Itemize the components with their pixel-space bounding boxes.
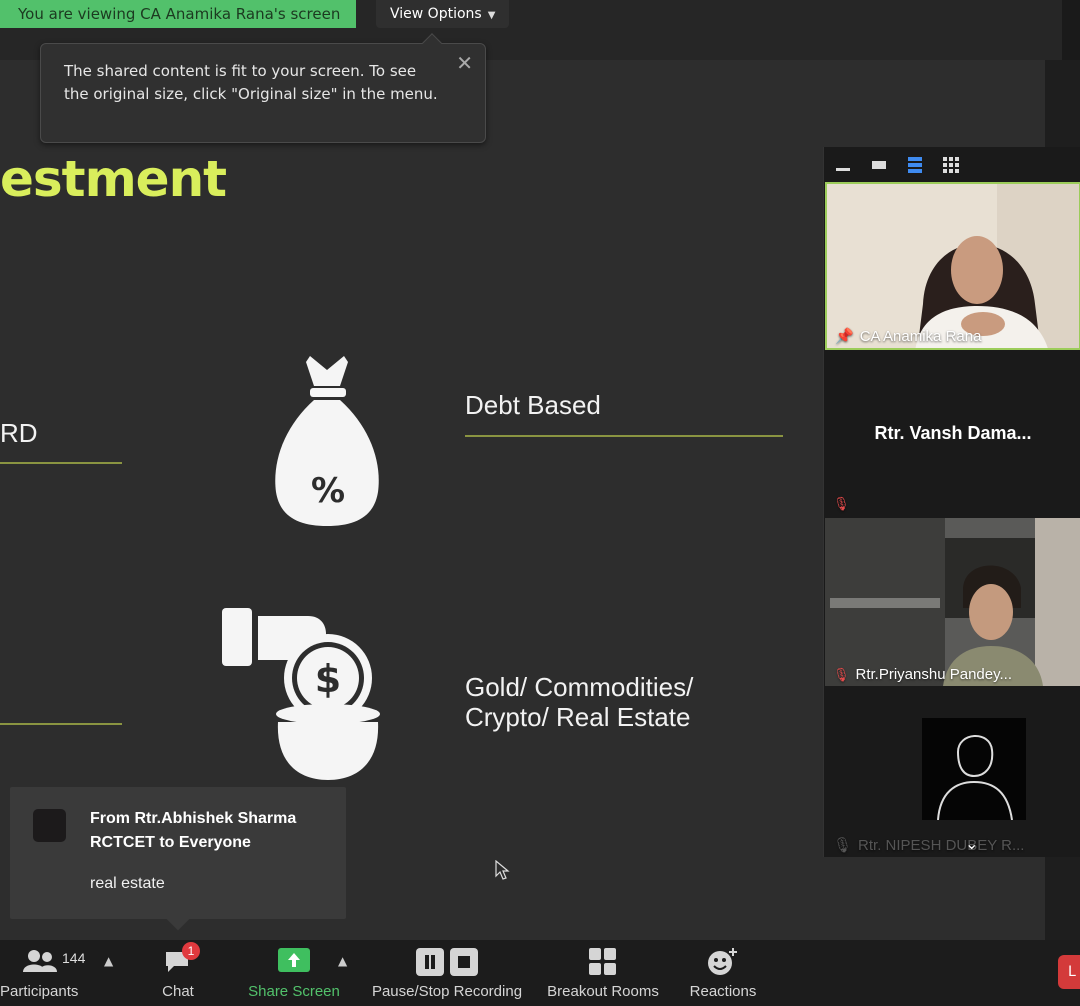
mouse-cursor-icon: [495, 860, 510, 880]
tile-name-label: 📌 CA Anamika Rana: [835, 328, 982, 345]
grid-view-icon[interactable]: [942, 156, 960, 174]
share-screen-label: Share Screen: [248, 983, 340, 1000]
share-screen-icon: [278, 948, 310, 972]
video-tile-priyanshu[interactable]: 🎙 Rtr.Priyanshu Pandey...: [825, 518, 1080, 686]
slide-title: estment: [0, 150, 227, 208]
breakout-rooms-label: Breakout Rooms: [547, 983, 659, 1000]
minimize-icon[interactable]: [834, 156, 852, 174]
coin-dollar-symbol: $: [315, 657, 341, 701]
strip-view-icon[interactable]: [906, 156, 924, 174]
chat-sender-line2: RCTCET to Everyone: [90, 834, 251, 851]
avatar: [33, 809, 66, 842]
tile-name-label: 🎙 Rtr. NIPESH DUBEY R...: [833, 837, 1025, 854]
participants-count: 144: [62, 950, 86, 966]
mic-off-icon: 🎙: [833, 496, 850, 511]
share-screen-button[interactable]: Share Screen: [244, 940, 344, 1006]
share-screen-caret-icon[interactable]: ▲: [338, 954, 347, 968]
gallery-toolbar: [824, 147, 1080, 182]
participants-icon: [23, 950, 57, 972]
slide-underline-debt: [465, 435, 783, 437]
reactions-icon: [708, 948, 737, 975]
slide-label-debt: Debt Based: [465, 390, 601, 420]
tile-name-label: 🎙 Rtr.Priyanshu Pandey...: [833, 666, 1012, 683]
leave-button[interactable]: L: [1058, 955, 1080, 989]
mic-off-icon: 🎙: [833, 837, 853, 854]
view-options-button[interactable]: View Options ▼: [376, 0, 510, 28]
tile-center-name: Rtr. Vansh Dama...: [874, 423, 1032, 443]
chat-sender-line1: From Rtr.Abhishek Sharma: [90, 810, 297, 827]
slide-underline-left: [0, 462, 122, 464]
close-icon[interactable]: ✕: [456, 52, 473, 75]
video-gallery-panel: 📌 CA Anamika Rana Rtr. Vansh Dama... 🎙 🎙 R…: [823, 147, 1080, 857]
reactions-button[interactable]: Reactions: [684, 940, 762, 1006]
slide-label-gold-line1: Gold/ Commodities/: [465, 672, 694, 702]
slide-label-gold-line2: Crypto/ Real Estate: [465, 702, 691, 732]
chat-badge: 1: [182, 942, 200, 960]
chevron-down-icon[interactable]: ⌄: [965, 834, 978, 853]
reactions-label: Reactions: [689, 983, 757, 1000]
participant-avatar-image: [922, 718, 1026, 820]
slide-underline-left-bottom: [0, 723, 122, 725]
slide-label-gold: Gold/ Commodities/ Crypto/ Real Estate: [465, 672, 693, 732]
single-speaker-icon[interactable]: [870, 156, 888, 174]
pin-icon: 📌: [835, 328, 854, 345]
participant-video: [827, 184, 1079, 348]
bag-percent-symbol: %: [311, 471, 345, 511]
viewing-banner: You are viewing CA Anamika Rana's screen: [0, 0, 356, 28]
participants-caret-icon[interactable]: ▲: [104, 954, 113, 968]
chat-sender: From Rtr.Abhishek Sharma RCTCET to Every…: [90, 807, 330, 855]
chat-message: real estate: [90, 875, 165, 892]
money-bag-icon: %: [275, 356, 379, 526]
recording-label: Pause/Stop Recording: [371, 983, 523, 1000]
chevron-down-icon: ▼: [487, 10, 496, 21]
breakout-rooms-button[interactable]: Breakout Rooms: [542, 940, 664, 1006]
fit-screen-tooltip: The shared content is fit to your screen…: [40, 33, 486, 143]
window-edge: [1062, 0, 1080, 60]
chat-label: Chat: [162, 983, 194, 1000]
hand-coin-pot-icon: $: [222, 608, 380, 780]
participants-button[interactable]: 144 Participants: [0, 940, 86, 1006]
participants-label: Participants: [0, 983, 79, 1000]
chat-notification[interactable]: From Rtr.Abhishek Sharma RCTCET to Every…: [10, 787, 346, 931]
slide-label-left: RD: [0, 418, 38, 448]
mic-off-icon: 🎙: [833, 667, 850, 682]
chat-button[interactable]: 1 Chat: [148, 940, 208, 1006]
pause-stop-recording-icon: [416, 948, 478, 976]
view-options-label: View Options: [390, 6, 482, 22]
tooltip-text: The shared content is fit to your screen…: [64, 62, 438, 103]
video-tile-anamika[interactable]: 📌 CA Anamika Rana: [825, 182, 1080, 350]
breakout-rooms-icon: [589, 948, 616, 975]
participant-video: [825, 518, 1080, 686]
video-tile-nipesh[interactable]: 🎙 Rtr. NIPESH DUBEY R... ⌄: [825, 686, 1080, 857]
video-tile-vansh[interactable]: Rtr. Vansh Dama... 🎙: [825, 350, 1080, 518]
pause-stop-recording-button[interactable]: Pause/Stop Recording: [366, 940, 528, 1006]
